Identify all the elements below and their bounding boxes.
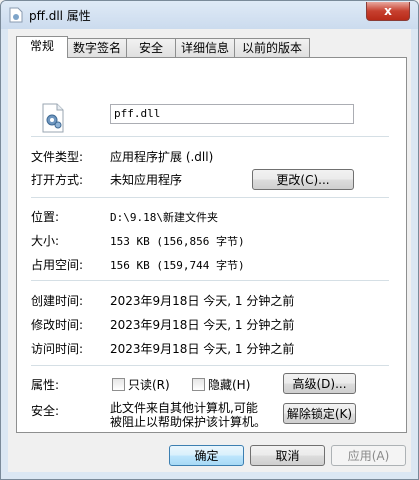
opens-with-value: 未知应用程序 (110, 173, 183, 187)
properties-window: pff.dll 属性 x 常规 数字签名 安全 详细信息 以前的版本 pff.d… (0, 0, 419, 480)
hidden-checkbox[interactable] (192, 378, 205, 391)
accessed-value: 2023年9月18日 今天, 1 分钟之前 (110, 342, 295, 356)
security-label: 安全: (31, 404, 60, 418)
size-on-disk-label: 占用空间: (31, 258, 84, 272)
readonly-checkbox[interactable] (112, 378, 125, 391)
readonly-label[interactable]: 只读(R) (128, 376, 170, 393)
security-message-line2: 被阻止以帮助保护该计算机。 (110, 415, 267, 429)
separator (31, 136, 389, 137)
dll-file-icon (42, 103, 64, 133)
title-bar[interactable]: pff.dll 属性 x (1, 1, 418, 29)
file-icon (9, 7, 23, 23)
modified-value: 2023年9月18日 今天, 1 分钟之前 (110, 318, 295, 332)
opens-with-label: 打开方式: (31, 173, 84, 187)
tab-general[interactable]: 常规 (16, 36, 68, 58)
cancel-button[interactable]: 取消 (250, 445, 325, 466)
change-button[interactable]: 更改(C)... (252, 169, 354, 190)
size-value: 153 KB (156,856 字节) (110, 235, 245, 248)
file-type-label: 文件类型: (31, 150, 84, 164)
apply-button[interactable]: 应用(A) (331, 445, 406, 466)
tab-digital-signatures[interactable]: 数字签名 (67, 38, 127, 57)
file-type-value: 应用程序扩展 (.dll) (110, 150, 214, 164)
close-icon: x (384, 4, 392, 18)
modified-label: 修改时间: (31, 318, 84, 332)
window-title: pff.dll 属性 (29, 9, 91, 23)
accessed-label: 访问时间: (31, 342, 84, 356)
attributes-label: 属性: (31, 378, 60, 392)
close-button[interactable]: x (366, 2, 410, 21)
advanced-button[interactable]: 高级(D)... (283, 373, 356, 394)
unblock-button[interactable]: 解除锁定(K) (283, 403, 356, 424)
hidden-label[interactable]: 隐藏(H) (208, 376, 250, 393)
ok-button[interactable]: 确定 (169, 445, 244, 466)
tab-security[interactable]: 安全 (126, 38, 176, 57)
created-value: 2023年9月18日 今天, 1 分钟之前 (110, 294, 295, 308)
separator (31, 280, 389, 281)
filename-field[interactable]: pff.dll (110, 104, 354, 124)
location-value: D:\9.18\新建文件夹 (110, 211, 218, 224)
created-label: 创建时间: (31, 294, 84, 308)
size-label: 大小: (31, 234, 60, 248)
general-panel: pff.dll 文件类型: 应用程序扩展 (.dll) 打开方式: 未知应用程序… (16, 57, 407, 433)
separator (31, 197, 389, 198)
size-on-disk-value: 156 KB (159,744 字节) (110, 259, 245, 272)
dialog-client: 常规 数字签名 安全 详细信息 以前的版本 pff.dll 文件类型: 应用程序… (8, 29, 411, 472)
separator (31, 365, 389, 366)
tab-previous-versions[interactable]: 以前的版本 (234, 38, 310, 57)
location-label: 位置: (31, 210, 60, 224)
tab-details[interactable]: 详细信息 (175, 38, 235, 57)
